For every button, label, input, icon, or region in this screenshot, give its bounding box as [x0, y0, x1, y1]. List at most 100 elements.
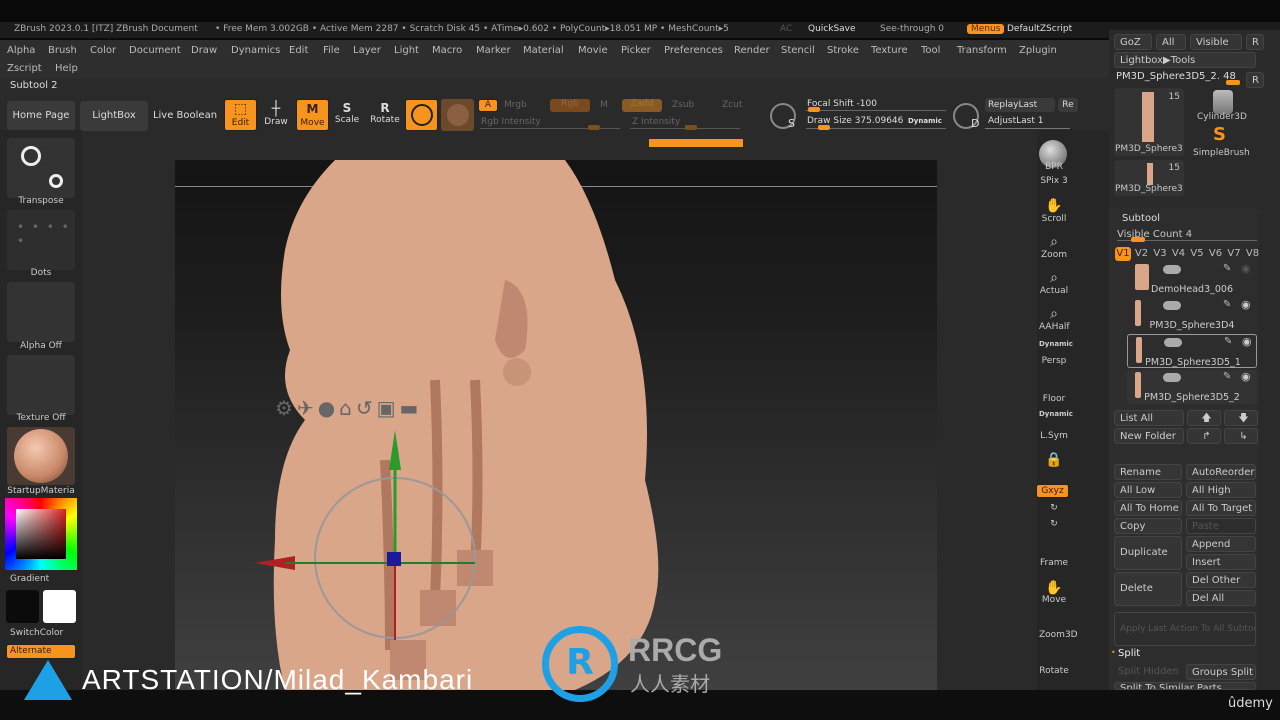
xyz-rotate-toggle[interactable]: Gxyz	[1036, 484, 1069, 498]
menu-tool[interactable]: Tool	[921, 43, 940, 59]
polypaint-toggle-icon[interactable]	[1163, 265, 1181, 274]
document-canvas[interactable]: ⚙✈●⌂↺▣▬	[175, 160, 937, 690]
insert-button[interactable]: Insert	[1186, 554, 1256, 570]
menu-alpha[interactable]: Alpha	[7, 43, 35, 59]
lock-icon[interactable]: ▣	[377, 396, 400, 420]
lock-camera-icon[interactable]: 🔒	[1039, 452, 1069, 468]
append-button[interactable]: Append	[1186, 536, 1256, 552]
a-toggle[interactable]: A	[478, 99, 498, 112]
actual-button[interactable]: Actual	[1039, 286, 1069, 296]
tool-thumb[interactable]: 15 PM3D_Sphere3	[1114, 160, 1184, 196]
menu-movie[interactable]: Movie	[578, 43, 608, 59]
version-v2[interactable]: V2	[1134, 247, 1150, 261]
menu-edit[interactable]: Edit	[289, 43, 308, 59]
gear-icon[interactable]: ⚙	[275, 396, 297, 420]
menu-zscript[interactable]: Zscript	[7, 61, 42, 77]
default-zscript-button[interactable]: DefaultZScript	[1007, 24, 1072, 34]
all-high-button[interactable]: All High	[1186, 482, 1256, 498]
rgb-intensity-handle[interactable]	[588, 125, 600, 130]
bpr-button[interactable]: BPR	[1039, 162, 1069, 172]
rgb-toggle[interactable]: Rgb	[550, 99, 590, 112]
subtool-item[interactable]: ✎ ◉ PM3D_Sphere3D5_1	[1127, 334, 1257, 368]
all-to-target-button[interactable]: All To Target	[1186, 500, 1256, 516]
rgb-intensity-slider[interactable]: Rgb Intensity	[481, 117, 541, 127]
menu-help[interactable]: Help	[55, 61, 78, 77]
rename-button[interactable]: Rename	[1114, 464, 1182, 480]
menu-stencil[interactable]: Stencil	[781, 43, 815, 59]
zcut-toggle[interactable]: Zcut	[722, 100, 742, 110]
tool-r-button[interactable]: R	[1246, 72, 1264, 88]
switch-color-button[interactable]: SwitchColor	[10, 628, 92, 638]
delete-button[interactable]: Delete	[1114, 572, 1182, 606]
secondary-color-swatch[interactable]	[43, 590, 76, 623]
menu-layer[interactable]: Layer	[353, 43, 381, 59]
brush-toggle-icon[interactable]: ✎	[1223, 299, 1231, 310]
subtool-item[interactable]: ✎ ◉ PM3D_Sphere3D4	[1127, 298, 1257, 332]
brush-toggle-icon[interactable]: ✎	[1224, 336, 1232, 347]
re-button[interactable]: Re	[1058, 98, 1078, 112]
version-v7[interactable]: V7	[1226, 247, 1242, 261]
scale-button[interactable]: S Scale	[334, 101, 360, 125]
brush-toggle-icon[interactable]: ✎	[1223, 371, 1231, 382]
tool-thumb[interactable]: 15 PM3D_Sphere3	[1114, 88, 1184, 156]
split-hidden-button[interactable]: Split Hidden	[1118, 666, 1179, 677]
texture-button[interactable]	[7, 355, 75, 415]
rotate-button[interactable]: R Rotate	[370, 101, 400, 125]
eye-visibility-icon[interactable]: ◉	[1241, 262, 1251, 275]
menu-brush[interactable]: Brush	[48, 43, 77, 59]
menu-preferences[interactable]: Preferences	[664, 43, 723, 59]
menu-color[interactable]: Color	[90, 43, 116, 59]
visible-count-handle[interactable]	[1131, 237, 1145, 242]
dynamic-toggle[interactable]: Dynamic	[908, 117, 942, 125]
gizmo-3d-button[interactable]	[405, 99, 438, 131]
location-pin-icon[interactable]: ●	[318, 396, 339, 420]
pin-icon[interactable]: ✈	[297, 396, 318, 420]
r-button[interactable]: R	[1246, 34, 1264, 50]
menu-texture[interactable]: Texture	[871, 43, 908, 59]
all-low-button[interactable]: All Low	[1114, 482, 1182, 498]
mrgb-toggle[interactable]: Mrgb	[504, 100, 527, 110]
frame-button[interactable]: Frame	[1039, 558, 1069, 568]
move-into-folder-button[interactable]: ↱	[1187, 428, 1221, 444]
paste-button[interactable]: Paste	[1186, 518, 1256, 534]
subtool-header[interactable]: Subtool	[1122, 213, 1160, 224]
dots-stroke-button[interactable]: • • • • •	[7, 210, 75, 270]
current-tool-slider[interactable]: PM3D_Sphere3D5_2. 48	[1116, 71, 1236, 82]
move-down-button[interactable]: 🡇	[1224, 410, 1258, 426]
eye-visibility-icon[interactable]: ◉	[1241, 370, 1251, 383]
menu-zplugin[interactable]: Zplugin	[1019, 43, 1057, 59]
version-v3[interactable]: V3	[1152, 247, 1168, 261]
del-all-button[interactable]: Del All	[1186, 590, 1256, 606]
color-saturation-square[interactable]	[16, 509, 66, 559]
replay-last-button[interactable]: ReplayLast	[985, 98, 1055, 112]
floor-button[interactable]: Floor	[1039, 394, 1069, 404]
version-v5[interactable]: V5	[1189, 247, 1205, 261]
alpha-button[interactable]	[7, 282, 75, 342]
menu-file[interactable]: File	[323, 43, 340, 59]
sculpt-model[interactable]	[175, 160, 937, 690]
transpose-button[interactable]	[7, 138, 75, 198]
polyf-button[interactable]	[441, 99, 474, 131]
move-up-button[interactable]: 🡅	[1187, 410, 1221, 426]
brush-toggle-icon[interactable]: ✎	[1223, 263, 1231, 274]
menu-marker[interactable]: Marker	[476, 43, 511, 59]
zoom3d-button[interactable]: Zoom3D	[1039, 630, 1078, 640]
zsub-toggle[interactable]: Zsub	[672, 100, 694, 110]
split-header[interactable]: Split	[1118, 648, 1140, 659]
focal-shift-handle[interactable]	[808, 107, 820, 112]
version-v8[interactable]: V8	[1245, 247, 1261, 261]
all-button[interactable]: All	[1156, 34, 1186, 50]
cylinder-icon[interactable]	[1213, 90, 1233, 114]
visible-button[interactable]: Visible	[1190, 34, 1242, 50]
z-intensity-handle[interactable]	[685, 125, 697, 130]
del-other-button[interactable]: Del Other	[1186, 572, 1256, 588]
zadd-toggle[interactable]: Zadd	[622, 99, 662, 112]
y-rotate-icon[interactable]: ↻	[1039, 503, 1069, 513]
alternate-toggle[interactable]: Alternate	[6, 644, 76, 659]
menu-draw[interactable]: Draw	[191, 43, 217, 59]
move-out-folder-button[interactable]: ↳	[1224, 428, 1258, 444]
split-similar-button[interactable]: Split To Similar Parts	[1114, 682, 1256, 690]
duplicate-button[interactable]: Duplicate	[1114, 536, 1182, 570]
polypaint-toggle-icon[interactable]	[1164, 338, 1182, 347]
menu-dynamics[interactable]: Dynamics	[231, 43, 280, 59]
